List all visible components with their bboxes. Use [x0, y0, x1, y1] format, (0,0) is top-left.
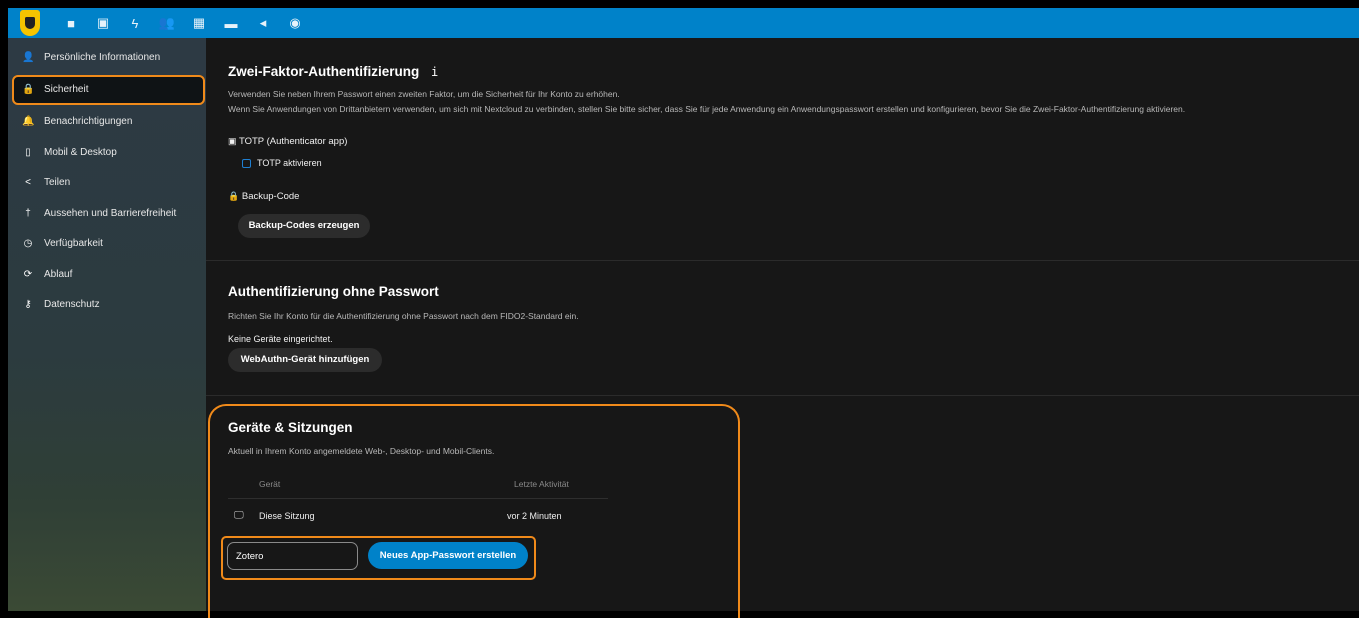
section-description: Aktuell in Ihrem Konto angemeldete Web-,…: [228, 446, 495, 456]
sidebar-item-label: Ablauf: [44, 268, 73, 280]
lock-icon: 🔒: [22, 84, 35, 95]
add-webauthn-device-button[interactable]: WebAuthn-Gerät hinzufügen: [228, 348, 382, 372]
section-description: Richten Sie Ihr Konto für die Authentifi…: [228, 311, 579, 321]
clock-icon: ◷: [23, 238, 33, 250]
sidebar-item-privacy[interactable]: ⚷ Datenschutz: [8, 290, 206, 321]
totp-provider: ▣ TOTP (Authenticator app): [228, 136, 348, 147]
section-description: Wenn Sie Anwendungen von Drittanbietern …: [228, 104, 1186, 114]
settings-content: Zwei-Faktor-Authentifizierung i Verwende…: [206, 38, 1359, 611]
app-name-input[interactable]: [227, 542, 358, 570]
info-icon[interactable]: i: [431, 65, 438, 79]
monitor-icon: 🖵: [234, 510, 244, 521]
workflow-icon: ⟳: [23, 268, 33, 280]
phone-key-icon: ▣: [228, 136, 237, 146]
sidebar-item-label: Datenschutz: [44, 299, 100, 311]
deck-icon[interactable]: ▬: [218, 10, 244, 36]
totp-checkbox-label[interactable]: TOTP aktivieren: [257, 158, 322, 168]
sidebar-item-notifications[interactable]: 🔔 Benachrichtigungen: [8, 107, 206, 138]
phone-icon: ▯: [25, 146, 31, 158]
key-icon: ⚷: [24, 299, 32, 311]
session-last-activity: vor 2 Minuten: [507, 511, 562, 521]
sidebar-item-security[interactable]: 🔒 Sicherheit: [12, 74, 205, 105]
create-app-password-button[interactable]: Neues App-Passwort erstellen: [368, 542, 528, 569]
section-description: Verwenden Sie neben Ihrem Passwort einen…: [228, 89, 620, 99]
calendar-icon[interactable]: ▦: [186, 10, 212, 36]
sidebar-item-label: Mobil & Desktop: [44, 146, 117, 158]
generate-backup-codes-button[interactable]: Backup-Codes erzeugen: [238, 214, 370, 238]
sidebar-item-availability[interactable]: ◷ Verfügbarkeit: [8, 229, 206, 260]
globe-icon[interactable]: ◉: [282, 10, 308, 36]
sidebar-item-workflow[interactable]: ⟳ Ablauf: [8, 259, 206, 290]
bell-icon: 🔔: [22, 116, 35, 128]
section-title: Authentifizierung ohne Passwort: [228, 284, 439, 299]
activity-icon[interactable]: ϟ: [122, 10, 148, 36]
sidebar-item-label: Verfügbarkeit: [44, 238, 103, 250]
lock-icon: 🔒: [228, 191, 240, 201]
coat-of-arms-logo[interactable]: [20, 10, 40, 36]
accessibility-icon: †: [25, 207, 31, 219]
sidebar-item-label: Aussehen und Barrierefreiheit: [44, 207, 177, 219]
devices-sessions-section: Geräte & Sitzungen Aktuell in Ihrem Kont…: [206, 395, 1359, 611]
column-header-last-activity: Letzte Aktivität: [514, 479, 569, 489]
settings-sidebar: 👤 Persönliche Informationen 🔒 Sicherheit…: [8, 38, 206, 611]
column-header-device: Gerät: [259, 479, 281, 489]
no-devices-text: Keine Geräte eingerichtet.: [228, 334, 333, 344]
sidebar-item-personal-info[interactable]: 👤 Persönliche Informationen: [8, 42, 206, 73]
section-title: Zwei-Faktor-Authentifizierung i: [228, 64, 439, 79]
passwordless-section: Authentifizierung ohne Passwort Richten …: [206, 260, 1359, 396]
sidebar-item-appearance[interactable]: † Aussehen und Barrierefreiheit: [8, 198, 206, 229]
backup-provider: 🔒 Backup-Code: [228, 191, 300, 202]
section-title: Geräte & Sitzungen: [228, 420, 353, 435]
sidebar-item-label: Persönliche Informationen: [44, 51, 161, 63]
top-header: ■ ▣ ϟ 👥 ▦ ▬ ◂ ◉: [8, 8, 1359, 38]
two-factor-section: Zwei-Faktor-Authentifizierung i Verwende…: [206, 38, 1359, 261]
sidebar-item-mobile-desktop[interactable]: ▯ Mobil & Desktop: [8, 137, 206, 168]
photos-icon[interactable]: ▣: [90, 10, 116, 36]
sidebar-item-label: Teilen: [44, 177, 71, 189]
person-icon: 👤: [22, 51, 35, 63]
sidebar-item-label: Benachrichtigungen: [44, 116, 133, 128]
share-icon: <: [25, 177, 31, 189]
sidebar-item-label: Sicherheit: [44, 84, 89, 95]
sidebar-item-sharing[interactable]: < Teilen: [8, 168, 206, 199]
table-divider: [228, 498, 608, 499]
totp-checkbox[interactable]: [242, 159, 251, 168]
session-device: Diese Sitzung: [259, 511, 315, 521]
announcements-icon[interactable]: ◂: [250, 10, 276, 36]
contacts-icon[interactable]: 👥: [154, 10, 180, 36]
files-icon[interactable]: ■: [58, 10, 84, 36]
